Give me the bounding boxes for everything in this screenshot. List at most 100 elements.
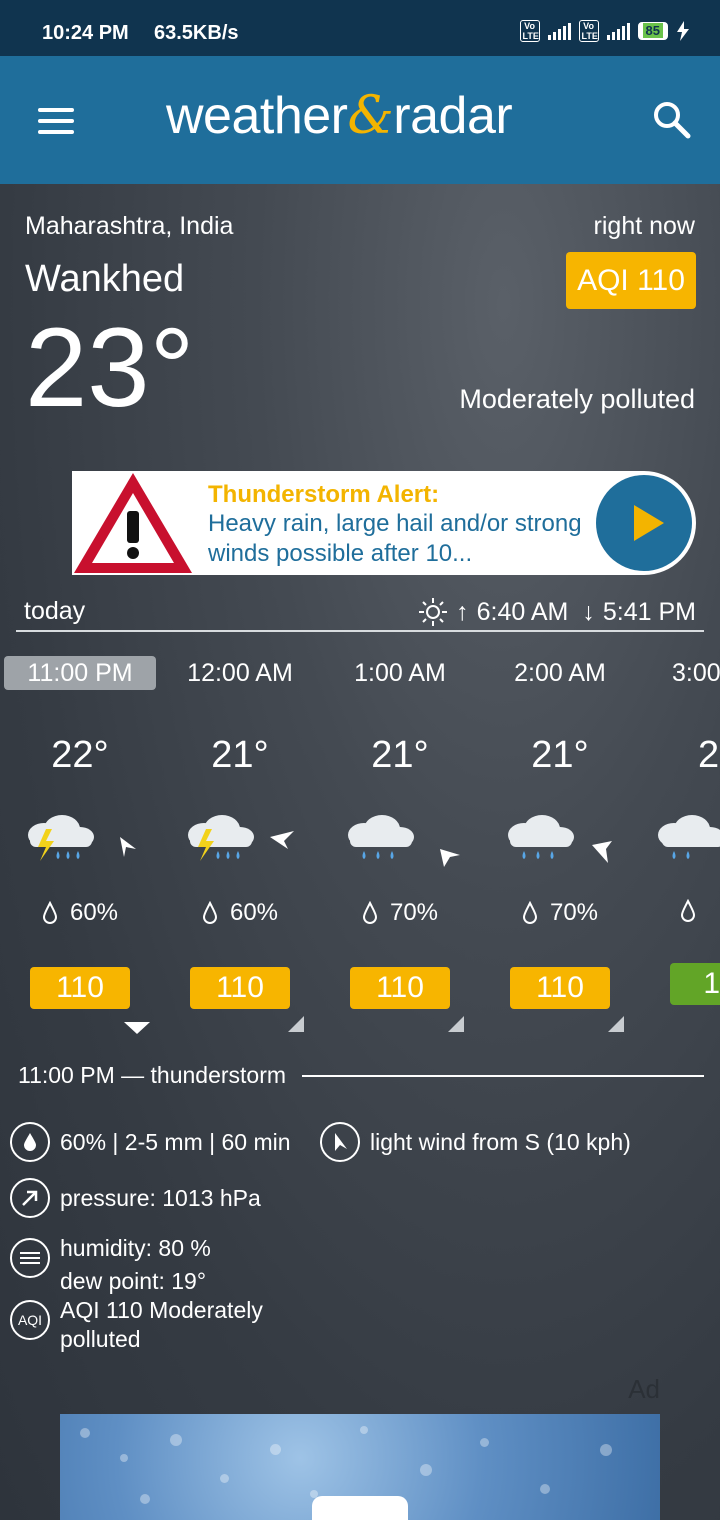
aqi-detail-line1: AQI 110 Moderately: [60, 1297, 263, 1323]
volte-icon-2: Vo LTE: [578, 20, 599, 42]
signal-icon-2: [606, 22, 630, 40]
hour-weather: [320, 807, 480, 867]
precip-detail: 60% | 2-5 mm | 60 min: [10, 1122, 291, 1162]
thunderstorm-icon: [188, 815, 294, 861]
hour-temp: 2: [698, 734, 720, 776]
app-logo: weather&radar: [166, 86, 513, 146]
pressure-text: pressure: 1013 hPa: [60, 1185, 261, 1211]
status-net-speed: 63.5KB/s: [154, 22, 239, 44]
warning-triangle-icon: [74, 473, 192, 573]
humidity-detail: humidity: 80 % dew point: 19°: [10, 1232, 211, 1298]
region-label: Maharashtra, India: [25, 212, 234, 240]
signal-icon: [547, 22, 571, 40]
today-row: today ↑ 6:40 AM ↓ 5:41 PM: [16, 592, 704, 632]
city-name[interactable]: Wankhed: [25, 258, 184, 301]
menu-icon[interactable]: [38, 108, 74, 134]
status-icons: Vo LTE Vo LTE 85: [519, 20, 690, 42]
status-time: 10:24 PM: [42, 22, 129, 44]
expand-corner-icon: [608, 1016, 624, 1032]
play-icon: [634, 505, 664, 541]
search-icon[interactable]: [652, 100, 692, 140]
today-label: today: [24, 597, 86, 625]
hour-column[interactable]: 11:00 PM 22° 60% 110: [0, 656, 160, 1034]
hour-aqi[interactable]: 110: [350, 967, 450, 1009]
raindrop-icon: [362, 901, 377, 924]
hour-column[interactable]: 2:00 AM 21° 70% 110: [480, 656, 640, 1032]
rain-cloud-icon: [658, 815, 720, 859]
sunrise-arrow-icon: ↑: [456, 597, 469, 626]
hour-aqi[interactable]: 110: [190, 967, 290, 1009]
precip-drop-icon: [10, 1122, 50, 1162]
aqi-badge[interactable]: AQI 110: [566, 252, 696, 309]
hour-aqi[interactable]: 110: [30, 967, 130, 1009]
ad-banner[interactable]: [60, 1414, 660, 1520]
aqi-detail: AQI AQI 110 Moderately polluted: [10, 1296, 263, 1354]
hour-aqi[interactable]: 10: [670, 963, 720, 1005]
volte-icon: Vo LTE: [519, 20, 540, 42]
detail-divider: [302, 1075, 704, 1077]
hour-rain-chance: 70%: [320, 899, 480, 927]
pressure-arrow-icon: [10, 1178, 50, 1218]
precip-text: 60% | 2-5 mm | 60 min: [60, 1129, 291, 1155]
current-temperature: 23°: [25, 305, 195, 430]
raindrop-icon: [42, 901, 57, 924]
sunset-time: 5:41 PM: [602, 597, 696, 626]
sunrise-time: 6:40 AM: [476, 597, 569, 626]
thunderstorm-icon: [28, 815, 136, 861]
status-bar: 10:24 PM 63.5KB/s Vo LTE Vo LTE 85: [0, 0, 720, 56]
timeframe-label: right now: [593, 212, 695, 240]
sunset-arrow-icon: ↓: [582, 597, 595, 626]
alert-text: Heavy rain, large hail and/or strong win…: [208, 510, 582, 567]
thunderstorm-alert-card[interactable]: Thunderstorm Alert: Heavy rain, large ha…: [72, 471, 696, 575]
hour-rain-chance: 70%: [480, 899, 640, 927]
hour-weather: [480, 807, 640, 867]
alert-play-button[interactable]: [596, 475, 692, 571]
selected-caret-icon: [124, 1022, 150, 1034]
raindrop-icon: [522, 901, 537, 924]
hour-rain-chance: 60%: [0, 899, 160, 927]
hour-time[interactable]: 1:00 AM: [320, 656, 480, 690]
hour-rain-chance: 60%: [160, 899, 320, 927]
hour-weather: [640, 807, 720, 867]
ad-badge: [312, 1496, 408, 1520]
wind-detail: light wind from S (10 kph): [320, 1122, 631, 1162]
alert-title: Thunderstorm Alert:: [208, 481, 440, 508]
sun-times: ↑ 6:40 AM ↓ 5:41 PM: [418, 597, 696, 627]
hour-aqi[interactable]: 110: [510, 967, 610, 1009]
hour-weather: [160, 807, 320, 867]
pressure-detail: pressure: 1013 hPa: [10, 1178, 261, 1218]
hour-column[interactable]: 3:00 2 10: [640, 656, 720, 1005]
humidity-text: humidity: 80 %: [60, 1235, 211, 1261]
detail-heading: 11:00 PM — thunderstorm: [18, 1062, 287, 1088]
raindrop-icon: [202, 901, 217, 924]
hour-time[interactable]: 12:00 AM: [160, 656, 320, 690]
aqi-status: Moderately polluted: [459, 384, 695, 414]
aqi-icon: AQI: [10, 1300, 50, 1340]
sun-icon: [419, 598, 448, 626]
hour-rain-chance: [640, 899, 720, 923]
aqi-detail-line2: polluted: [60, 1326, 141, 1352]
ad-label: Ad: [628, 1374, 660, 1404]
hour-temp: 22°: [51, 734, 109, 776]
app-bar: weather&radar: [0, 56, 720, 184]
hour-temp: 21°: [371, 734, 429, 776]
hour-column[interactable]: 12:00 AM 21° 60% 110: [160, 656, 320, 1032]
charging-icon: [677, 21, 689, 41]
hour-weather: [0, 807, 160, 867]
hour-time[interactable]: 2:00 AM: [480, 656, 640, 690]
hour-column[interactable]: 1:00 AM 21° 70% 110: [320, 656, 480, 1032]
expand-corner-icon: [288, 1016, 304, 1032]
battery-icon: 85: [637, 22, 668, 40]
expand-corner-icon: [448, 1016, 464, 1032]
hour-time[interactable]: 11:00 PM: [4, 656, 156, 690]
wind-direction-icon: [320, 1122, 360, 1162]
wind-text: light wind from S (10 kph): [370, 1129, 631, 1155]
rain-cloud-icon: [348, 815, 460, 867]
humidity-icon: [10, 1238, 50, 1278]
rain-cloud-icon: [508, 815, 612, 863]
hour-temp: 21°: [211, 734, 269, 776]
hour-temp: 21°: [531, 734, 589, 776]
dew-point-text: dew point: 19°: [60, 1268, 207, 1294]
raindrop-icon: [680, 899, 696, 922]
hour-time[interactable]: 3:00: [640, 656, 720, 690]
